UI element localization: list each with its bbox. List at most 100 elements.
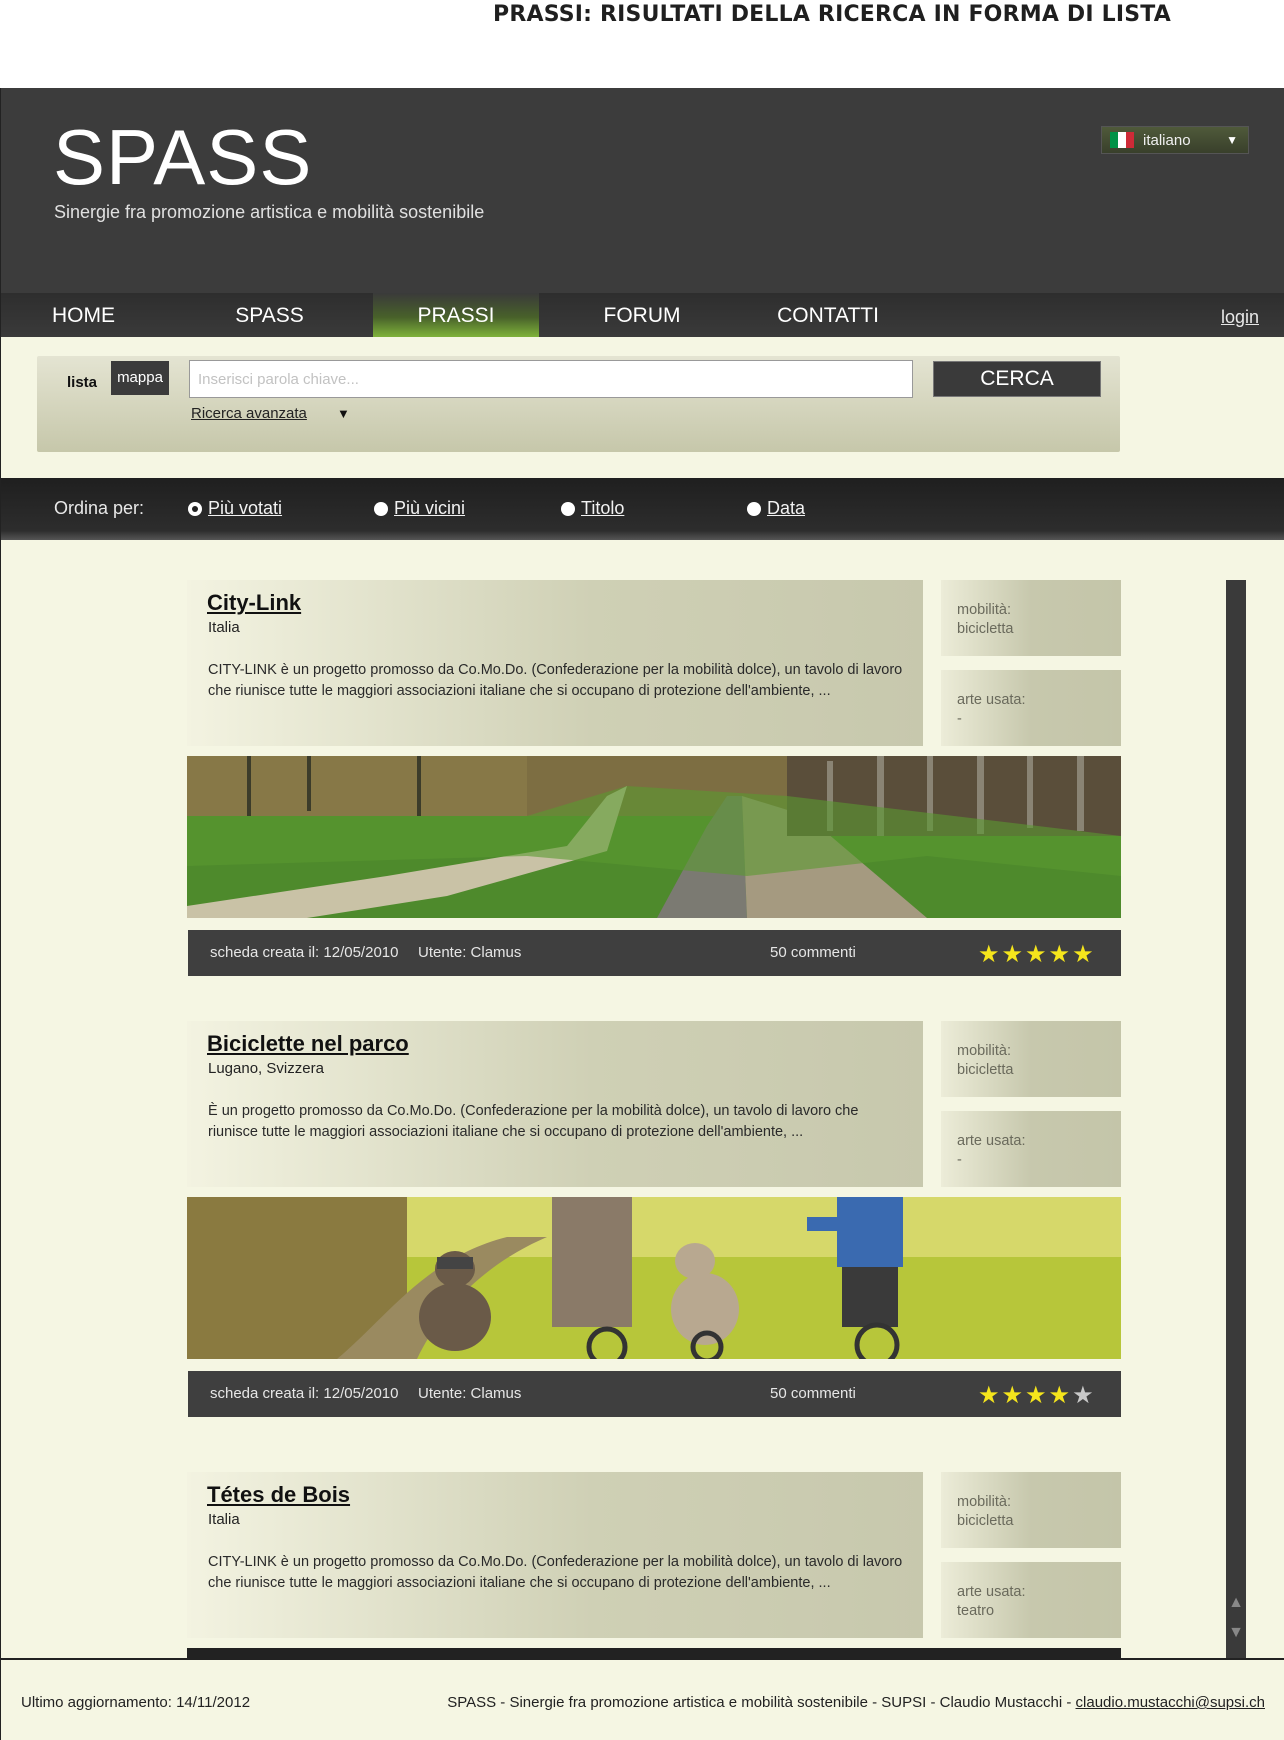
advanced-search-link[interactable]: Ricerca avanzata <box>191 405 307 422</box>
caret-down-icon: ▼ <box>1226 133 1238 147</box>
nav-prassi[interactable]: PRASSI <box>373 293 539 337</box>
result-location: Italia <box>208 619 240 636</box>
star-filled-icon[interactable]: ★ <box>1002 941 1026 968</box>
card-footer: scheda creata il: 12/05/2010 Utente: Cla… <box>188 1371 1121 1417</box>
star-filled-icon[interactable]: ★ <box>1025 941 1049 968</box>
star-filled-icon[interactable]: ★ <box>1072 941 1096 968</box>
art-box: arte usata: teatro <box>941 1562 1121 1638</box>
tab-lista[interactable]: lista <box>67 374 97 391</box>
flag-stripe-green <box>1110 132 1118 148</box>
site-logo[interactable]: SPASS <box>53 112 312 203</box>
family-cycling-park-photo <box>187 1197 1121 1359</box>
language-label: italiano <box>1143 131 1191 149</box>
star-rating[interactable]: ★★★★★ <box>978 1381 1096 1410</box>
comments-link[interactable]: 50 commenti <box>770 1385 856 1402</box>
flag-stripe-white <box>1118 132 1126 148</box>
contact-email-link[interactable]: claudio.mustacchi@supsi.ch <box>1076 1694 1265 1711</box>
art-box: arte usata: - <box>941 670 1121 746</box>
result-title[interactable]: City-Link <box>207 590 301 616</box>
sort-option-label: Data <box>767 498 806 518</box>
main-nav: HOME SPASS PRASSI FORUM CONTATTI login <box>1 293 1284 337</box>
triangle-down-icon[interactable]: ▼ <box>337 406 350 421</box>
star-filled-icon[interactable]: ★ <box>978 941 1002 968</box>
star-filled-icon[interactable]: ★ <box>978 1382 1002 1409</box>
star-filled-icon[interactable]: ★ <box>1049 1382 1073 1409</box>
art-label: arte usata: <box>957 1133 1026 1149</box>
star-filled-icon[interactable]: ★ <box>1049 941 1073 968</box>
radio-icon[interactable] <box>374 501 388 516</box>
art-label: arte usata: <box>957 1584 1026 1600</box>
italian-flag-icon <box>1110 132 1134 148</box>
result-title[interactable]: Biciclette nel parco <box>207 1031 409 1057</box>
language-selector[interactable]: italiano ▼ <box>1101 126 1249 154</box>
star-filled-icon[interactable]: ★ <box>1025 1382 1049 1409</box>
site-header: SPASS Sinergie fra promozione artistica … <box>1 88 1284 293</box>
results-scrollbar[interactable]: ▲ ▼ <box>1226 580 1246 1660</box>
mobility-value: bicicletta <box>957 1062 1014 1078</box>
nav-forum[interactable]: FORUM <box>559 293 725 337</box>
canal-bike-path-photo <box>187 756 1121 918</box>
star-rating[interactable]: ★★★★★ <box>978 940 1096 969</box>
result-image[interactable] <box>187 756 1121 918</box>
art-box: arte usata: - <box>941 1111 1121 1187</box>
result-description: CITY-LINK è un progetto promosso da Co.M… <box>208 1554 903 1591</box>
mobility-label: mobilità: <box>957 1043 1011 1059</box>
author[interactable]: Utente: Clamus <box>418 1385 521 1402</box>
mobility-box: mobilità: bicicletta <box>941 1021 1121 1097</box>
sort-option-nearest[interactable]: Più vicini <box>374 498 465 519</box>
result-description: È un progetto promosso da Co.Mo.Do. (Con… <box>208 1103 859 1140</box>
flag-stripe-red <box>1126 132 1134 148</box>
nav-home[interactable]: HOME <box>1 293 166 337</box>
result-image[interactable] <box>187 1197 1121 1359</box>
art-label: arte usata: <box>957 692 1026 708</box>
search-input[interactable] <box>189 360 913 398</box>
result-description: CITY-LINK è un progetto promosso da Co.M… <box>208 662 903 699</box>
site-footer: Ultimo aggiornamento: 14/11/2012 SPASS -… <box>1 1658 1284 1740</box>
tab-mappa[interactable]: mappa <box>111 361 169 395</box>
card-footer: scheda creata il: 12/05/2010 Utente: Cla… <box>188 930 1121 976</box>
star-empty-icon[interactable]: ★ <box>1072 1382 1096 1409</box>
sort-option-title[interactable]: Titolo <box>561 498 624 519</box>
sort-option-label: Più vicini <box>394 498 466 518</box>
result-title[interactable]: Tétes de Bois <box>207 1482 350 1508</box>
nav-contatti[interactable]: CONTATTI <box>745 293 911 337</box>
mobility-label: mobilità: <box>957 1494 1011 1510</box>
sort-option-label: Più votati <box>208 498 283 518</box>
result-location: Lugano, Svizzera <box>208 1060 324 1077</box>
comments-link[interactable]: 50 commenti <box>770 944 856 961</box>
radio-icon[interactable] <box>561 501 575 516</box>
card-summary: Tétes de Bois Italia CITY-LINK è un prog… <box>187 1472 923 1638</box>
mobility-value: bicicletta <box>957 621 1014 637</box>
art-value: - <box>957 711 962 727</box>
document-title: PRASSI: RISULTATI DELLA RICERCA IN FORMA… <box>493 2 1171 27</box>
card-summary: City-Link Italia CITY-LINK è un progetto… <box>187 580 923 746</box>
page: PRASSI: RISULTATI DELLA RICERCA IN FORMA… <box>0 0 1284 1740</box>
login-link[interactable]: login <box>1221 307 1259 328</box>
art-value: teatro <box>957 1603 995 1619</box>
nav-spass[interactable]: SPASS <box>187 293 352 337</box>
sort-label: Ordina per: <box>54 498 145 518</box>
radio-icon[interactable] <box>747 501 761 516</box>
scroll-down-icon[interactable]: ▼ <box>1228 1620 1244 1646</box>
radio-selected-icon[interactable] <box>188 501 202 516</box>
sort-bar: Ordina per: Più votati Più vicini Titolo… <box>1 478 1284 540</box>
mobility-box: mobilità: bicicletta <box>941 580 1121 656</box>
author[interactable]: Utente: Clamus <box>418 944 521 961</box>
search-button[interactable]: CERCA <box>933 361 1101 397</box>
credits-text: SPASS - Sinergie fra promozione artistic… <box>447 1694 1076 1711</box>
mobility-box: mobilità: bicicletta <box>941 1472 1121 1548</box>
creation-date: scheda creata il: 12/05/2010 <box>210 944 399 961</box>
search-panel: lista mappa CERCA Ricerca avanzata ▼ <box>37 356 1120 452</box>
star-filled-icon[interactable]: ★ <box>1002 1382 1026 1409</box>
result-location: Italia <box>208 1511 240 1528</box>
mobility-value: bicicletta <box>957 1513 1014 1529</box>
creation-date: scheda creata il: 12/05/2010 <box>210 1385 399 1402</box>
mobility-label: mobilità: <box>957 602 1011 618</box>
sort-option-date[interactable]: Data <box>747 498 805 519</box>
sort-option-most-voted[interactable]: Più votati <box>188 498 282 519</box>
scroll-up-icon[interactable]: ▲ <box>1228 1590 1244 1616</box>
site-frame: SPASS Sinergie fra promozione artistica … <box>0 88 1284 1740</box>
card-summary: Biciclette nel parco Lugano, Svizzera È … <box>187 1021 923 1187</box>
last-update: Ultimo aggiornamento: 14/11/2012 <box>21 1694 251 1711</box>
footer-credits: SPASS - Sinergie fra promozione artistic… <box>447 1694 1265 1711</box>
